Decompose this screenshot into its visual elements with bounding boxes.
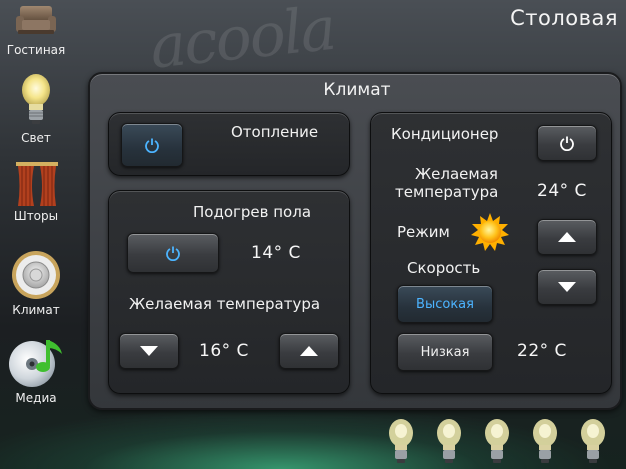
floor-heating-card: Подогрев пола 14° C Желаемая температура…	[108, 190, 350, 394]
ac-speed-low-button[interactable]: Низкая	[397, 333, 493, 371]
floor-heating-desired-label: Желаемая температура	[129, 295, 321, 313]
sofa-icon	[16, 6, 56, 34]
light-bulb-icon[interactable]	[434, 418, 464, 469]
sidebar-item-label: Гостиная	[6, 43, 66, 57]
heating-label: Отопление	[231, 123, 319, 141]
floor-heating-title: Подогрев пола	[193, 203, 312, 221]
sidebar-item-label: Медиа	[15, 391, 57, 405]
power-icon	[560, 136, 574, 151]
ac-desired-label-line1: Желаемая	[415, 165, 498, 183]
ac-speed-low-label: Низкая	[420, 344, 470, 360]
sun-icon[interactable]	[471, 213, 509, 251]
thermostat-icon	[12, 251, 60, 299]
light-bulb-icon[interactable]	[530, 418, 560, 469]
ac-mode-label: Режим	[397, 223, 450, 241]
sidebar-item-light[interactable]: Свет	[0, 72, 72, 150]
ac-current-temp: 22° C	[517, 341, 567, 361]
ac-temp-up-button[interactable]	[537, 219, 597, 255]
ac-card: Кондиционер Желаемая температура 24° C Р…	[370, 112, 612, 394]
heating-card: Отопление	[108, 112, 350, 176]
floor-heating-desired-temp: 16° C	[199, 341, 249, 361]
arrow-up-icon	[558, 232, 576, 242]
floor-heating-power-button[interactable]	[127, 233, 219, 273]
floor-heating-temp-up-button[interactable]	[279, 333, 339, 369]
sidebar-item-media[interactable]: Медиа	[0, 334, 72, 408]
arrow-down-icon	[558, 282, 576, 292]
curtains-icon	[16, 162, 58, 206]
arrow-down-icon	[140, 346, 158, 356]
light-bulb-icon	[22, 74, 50, 124]
sidebar-item-label: Свет	[21, 131, 51, 145]
ac-power-button[interactable]	[537, 125, 597, 161]
sidebar-item-label: Шторы	[13, 209, 59, 223]
room-title: Столовая	[510, 6, 618, 30]
media-disc-icon	[9, 340, 62, 387]
power-icon	[145, 138, 159, 153]
sidebar-item-climate[interactable]: Климат	[0, 248, 72, 322]
ac-temp-down-button[interactable]	[537, 269, 597, 305]
ac-speed-label: Скорость	[407, 259, 481, 277]
light-bulb-icon[interactable]	[578, 418, 608, 469]
ac-speed-high-label: Высокая	[416, 296, 474, 312]
sidebar-item-curtains[interactable]: Шторы	[0, 160, 72, 228]
floor-heating-current-temp: 14° C	[251, 243, 301, 263]
floor-heating-temp-down-button[interactable]	[119, 333, 179, 369]
sidebar-item-living-room[interactable]: Гостиная	[0, 0, 72, 62]
light-bulb-icon[interactable]	[386, 418, 416, 469]
heating-power-button[interactable]	[121, 123, 183, 167]
panel-title: Климат	[323, 80, 391, 100]
ac-title: Кондиционер	[391, 125, 499, 143]
ac-desired-temp: 24° C	[537, 181, 587, 201]
ac-speed-high-button[interactable]: Высокая	[397, 285, 493, 323]
power-icon	[166, 246, 180, 261]
climate-panel: Климат Отопление Подогрев пола 14° C Жел…	[88, 72, 622, 410]
arrow-up-icon	[300, 346, 318, 356]
light-bulb-icon[interactable]	[482, 418, 512, 469]
sidebar-item-label: Климат	[12, 303, 60, 317]
ac-desired-label-line2: температура	[395, 183, 499, 201]
